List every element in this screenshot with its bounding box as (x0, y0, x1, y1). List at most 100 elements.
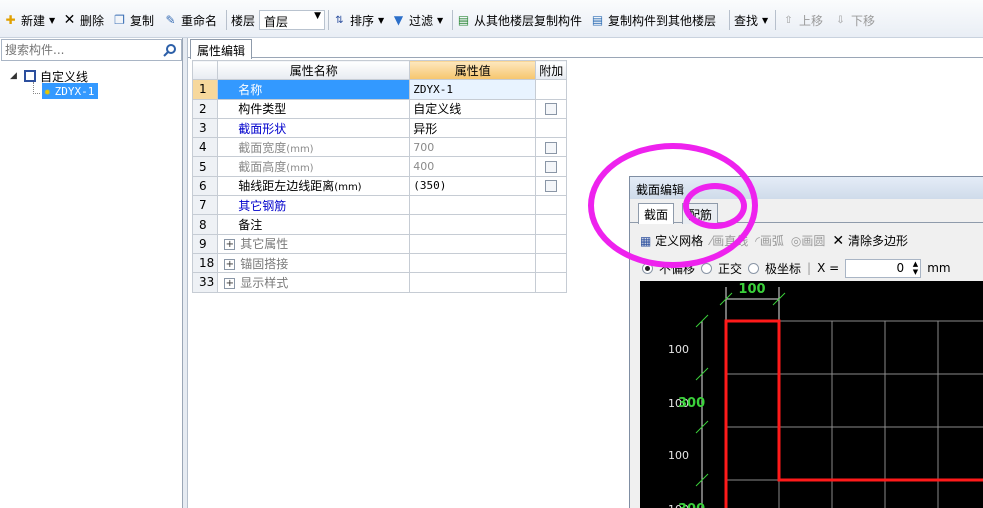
property-value[interactable]: 400 (409, 156, 537, 177)
row-number: 1 (191, 79, 219, 100)
move-down-button[interactable]: ⇩ 下移 (833, 9, 875, 31)
toolbar-separator (729, 10, 730, 30)
arrow-down-icon: ⇩ (836, 14, 845, 26)
tree-connector (33, 82, 40, 94)
property-name: 截面高度(mm) (217, 156, 411, 177)
main-toolbar: ✚ 新建 ▼ ✕ 删除 ❐ 复制 ✎ 重命名 楼层 首层 ▼ ⇅ 排序 ▼ ▼ 过滤… (0, 0, 983, 38)
property-value[interactable] (409, 195, 537, 216)
radio-ortho[interactable] (701, 262, 713, 274)
filter-button[interactable]: ▼ 过滤 ▼ (391, 9, 443, 31)
dim-left-overlay-label: 300 (678, 502, 705, 508)
floor-select[interactable]: 首层 ▼ (259, 10, 325, 30)
search-box (1, 39, 182, 61)
sort-icon: ⇅ (335, 14, 344, 26)
expand-icon[interactable]: + (224, 239, 236, 251)
extra-checkbox[interactable] (545, 180, 558, 193)
chevron-down-icon: ▼ (378, 15, 385, 25)
component-gear-icon: ✹ (44, 84, 51, 98)
row-number: 6 (191, 175, 219, 197)
toolbar-separator (775, 10, 776, 30)
table-row[interactable]: 1 名称 ZDYX-1 (191, 79, 568, 100)
extra-cell (535, 214, 568, 235)
extra-cell (535, 272, 568, 293)
chevron-down-icon: ▼ (762, 15, 769, 25)
extra-checkbox[interactable] (545, 103, 558, 116)
delete-icon: ✕ (63, 11, 76, 28)
property-tab-strip: 属性编辑 (188, 38, 983, 59)
row-number: 5 (191, 156, 219, 177)
delete-button[interactable]: ✕ 删除 (62, 9, 104, 31)
rename-button[interactable]: ✎ 重命名 (163, 9, 217, 31)
property-value[interactable]: 异形 (409, 117, 537, 139)
dim-left-overlay-label: 300 (678, 396, 705, 411)
tree-node-zdyx-1[interactable]: ✹ ZDYX-1 (42, 83, 99, 99)
dim-left-label: 100 (668, 449, 689, 462)
custom-line-icon (24, 70, 36, 82)
find-button[interactable]: 查找 ▼ (734, 9, 768, 31)
table-row[interactable]: 4 截面宽度(mm) 700 (191, 137, 568, 158)
new-icon: ✚ (5, 12, 16, 27)
table-header-row: 属性名称 属性值 附加 (191, 59, 568, 81)
close-icon: ✕ (832, 232, 845, 249)
corner-cell (191, 59, 219, 81)
property-value-input[interactable]: ZDYX-1 (409, 79, 537, 100)
extra-cell (535, 195, 568, 216)
table-row[interactable]: 8 备注 (191, 214, 568, 235)
extra-cell (535, 98, 568, 119)
table-row[interactable]: 2 构件类型 自定义线 (191, 98, 568, 119)
copy-from-floor-button[interactable]: ▤ 从其他楼层复制构件 (456, 9, 582, 31)
new-button[interactable]: ✚ 新建 ▼ (3, 9, 55, 31)
search-input[interactable] (2, 40, 152, 60)
property-name: 截面形状 (217, 117, 411, 139)
column-header-value[interactable]: 属性值 (409, 59, 537, 81)
draw-circle-button[interactable]: ◎画圆 (791, 232, 826, 249)
property-value[interactable]: 自定义线 (409, 98, 537, 119)
toolbar-separator (452, 10, 453, 30)
column-header-name[interactable]: 属性名称 (217, 59, 411, 81)
property-name: 名称 (217, 79, 411, 100)
x-coordinate-input[interactable]: 0 ▲ ▼ (845, 258, 922, 278)
property-value[interactable] (409, 214, 537, 235)
radio-polar[interactable] (748, 262, 760, 274)
collapse-icon[interactable]: ◢ (10, 71, 20, 81)
clear-polygon-button[interactable]: ✕ 清除多边形 (832, 232, 908, 249)
toolbar-separator (328, 10, 329, 30)
expand-icon[interactable]: + (224, 277, 236, 289)
section-canvas[interactable]: 100 100 100 300 100 100 300 (640, 281, 983, 508)
spinner-icon[interactable]: ▲ ▼ (913, 260, 918, 276)
row-number: 18 (191, 252, 219, 274)
table-row[interactable]: 18 + 锚固搭接 (191, 252, 568, 274)
row-number: 4 (191, 137, 219, 158)
rename-icon: ✎ (165, 12, 176, 27)
copy-to-floor-button[interactable]: ▤ 复制构件到其他楼层 (590, 9, 716, 31)
arrow-up-icon: ⇧ (784, 14, 793, 26)
property-value[interactable]: 700 (409, 137, 537, 158)
copy-icon: ❐ (114, 12, 125, 27)
table-row[interactable]: 6 轴线距左边线距离(mm) (350) (191, 175, 568, 197)
extra-checkbox[interactable] (545, 141, 558, 154)
row-number: 9 (191, 233, 219, 254)
expand-icon[interactable]: + (224, 258, 236, 270)
move-up-button[interactable]: ⇧ 上移 (781, 9, 823, 31)
extra-checkbox[interactable] (545, 161, 558, 174)
search-icon[interactable] (163, 43, 177, 57)
property-value[interactable]: (350) (409, 175, 537, 197)
chevron-down-icon: ▼ (49, 15, 56, 25)
chevron-down-icon: ▼ (437, 15, 444, 25)
table-row[interactable]: 33 + 显示样式 (191, 272, 568, 293)
property-name: 构件类型 (217, 98, 411, 119)
table-row[interactable]: 5 截面高度(mm) 400 (191, 156, 568, 177)
component-tree-panel: ◢ 自定义线 ✹ ZDYX-1 (0, 38, 183, 508)
column-header-extra[interactable]: 附加 (535, 59, 568, 81)
extra-cell (535, 137, 568, 158)
tab-property-edit[interactable]: 属性编辑 (190, 39, 253, 59)
dim-top-label: 100 (738, 282, 765, 297)
property-value (409, 272, 537, 293)
sort-button[interactable]: ⇅ 排序 ▼ (332, 9, 384, 31)
table-row[interactable]: 9 + 其它属性 (191, 233, 568, 254)
panel-splitter[interactable] (183, 38, 188, 508)
draw-arc-button[interactable]: ◜画弧 (755, 232, 784, 249)
table-row[interactable]: 3 截面形状 异形 (191, 117, 568, 139)
copy-button[interactable]: ❐ 复制 (112, 9, 154, 31)
table-row[interactable]: 7 其它钢筋 (191, 195, 568, 216)
